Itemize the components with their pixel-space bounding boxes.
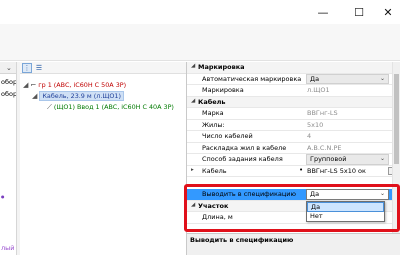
chevron-down-icon[interactable]: ⌄: [380, 155, 385, 162]
collapse-icon[interactable]: ◢: [32, 92, 37, 100]
chevron-down-icon[interactable]: ⌄: [380, 75, 385, 82]
category-cable[interactable]: ◢ Кабель: [187, 96, 400, 108]
brand-value[interactable]: ВВГнг-LS: [307, 109, 387, 117]
left-panel-row[interactable]: лый: [1, 244, 15, 252]
tree-view-icon[interactable]: ⋮: [22, 63, 32, 73]
left-panel-header[interactable]: ⌄: [0, 62, 16, 74]
tree-node-input[interactable]: ⟋ (ЩО1) Ввод 1 (ABC, iC60H C 40A 3P): [47, 102, 174, 112]
minimize-icon: —: [317, 5, 329, 19]
cable-value[interactable]: ВВГнг-LS 5x10 ок: [307, 167, 387, 175]
tree-node-label: гр 1 (ABC, iC60H C 50A 3P): [38, 81, 127, 89]
core-layout-value[interactable]: A.B.C.N.PE: [307, 144, 387, 152]
cable-method-select[interactable]: Групповой ⌄: [306, 154, 389, 165]
tree-toolbar: ⋮ ☰: [20, 62, 186, 74]
breaker-icon: ⌐: [30, 81, 37, 89]
tree-node-cable[interactable]: ◢ Кабель, 23.9 м (л.ЩО1): [32, 91, 124, 101]
spec-output-dropdown-list: Да Нет: [306, 201, 385, 222]
tree-node-group[interactable]: ◢ ⌐ гр 1 (ABC, iC60H C 50A 3P): [23, 80, 126, 90]
expand-icon[interactable]: ▸: [191, 167, 194, 173]
cable-count-value[interactable]: 4: [307, 132, 387, 140]
property-marking[interactable]: Маркировка л.ЩО1: [187, 85, 400, 97]
property-grid-scrollbar[interactable]: [392, 62, 400, 234]
collapse-icon[interactable]: ◢: [191, 202, 195, 208]
close-button[interactable]: ✕: [378, 4, 398, 20]
description-title: Выводить в спецификацию: [190, 236, 294, 244]
collapse-icon[interactable]: ◢: [191, 63, 195, 69]
property-grid: ◢ Маркировка Автоматическая маркировка Д…: [186, 62, 400, 255]
spec-output-select[interactable]: Да ⌄: [306, 189, 389, 200]
scrollbar-thumb[interactable]: [394, 74, 399, 164]
left-panel-row[interactable]: обор: [1, 78, 16, 86]
left-panel-row[interactable]: обор: [1, 90, 16, 98]
dropdown-option-yes[interactable]: Да: [307, 202, 384, 212]
property-cores[interactable]: Жилы: 5x10: [187, 120, 400, 131]
maximize-button[interactable]: ☐: [349, 4, 369, 20]
property-auto-marking[interactable]: Автоматическая маркировка Да ⌄: [187, 73, 400, 85]
property-cable-method[interactable]: Способ задания кабеля Групповой ⌄: [187, 154, 400, 166]
list-view-icon[interactable]: ☰: [34, 63, 44, 73]
chevron-down-icon[interactable]: ⌄: [380, 190, 385, 197]
collapse-icon[interactable]: ◢: [191, 98, 195, 104]
marking-value[interactable]: л.ЩО1: [307, 86, 387, 94]
collapse-icon[interactable]: ◢: [23, 81, 28, 89]
property-cable-count[interactable]: Число кабелей 4: [187, 131, 400, 143]
property-core-layout[interactable]: Раскладка жил в кабеле A.B.C.N.PE: [187, 143, 400, 154]
category-marking[interactable]: ◢ Маркировка: [187, 62, 400, 74]
close-icon: ✕: [383, 5, 393, 19]
tree-panel: ⋮ ☰ ◢ ⌐ гр 1 (ABC, iC60H C 50A 3P) ◢ Каб…: [20, 62, 186, 255]
property-spec-output[interactable]: Выводить в спецификацию Да ⌄: [187, 189, 400, 201]
property-cable[interactable]: ▸ Кабель • ВВГнг-LS 5x10 ок: [187, 165, 400, 177]
property-brand[interactable]: Марка ВВГнг-LS: [187, 108, 400, 120]
left-panel-dot: ●: [1, 194, 5, 199]
auto-marking-select[interactable]: Да ⌄: [306, 73, 389, 84]
main-toolbar: [0, 24, 400, 61]
left-panel: ⌄ обор обор ● лый: [0, 62, 17, 255]
cores-value[interactable]: 5x10: [307, 121, 387, 129]
chevron-down-icon[interactable]: ⌄: [6, 64, 12, 72]
wire-icon: ⟋: [47, 102, 52, 111]
maximize-icon: ☐: [354, 5, 364, 19]
dropdown-option-no[interactable]: Нет: [307, 212, 384, 222]
bullet-icon: •: [299, 165, 304, 174]
tree-node-label-selected: Кабель, 23.9 м (л.ЩО1): [39, 91, 124, 101]
window-title-bar: — ☐ ✕: [0, 0, 400, 24]
property-description-panel: Выводить в спецификацию: [187, 233, 400, 255]
minimize-button[interactable]: —: [313, 4, 333, 20]
tree-node-label: (ЩО1) Ввод 1 (ABC, iC60H C 40A 3P): [53, 103, 174, 111]
